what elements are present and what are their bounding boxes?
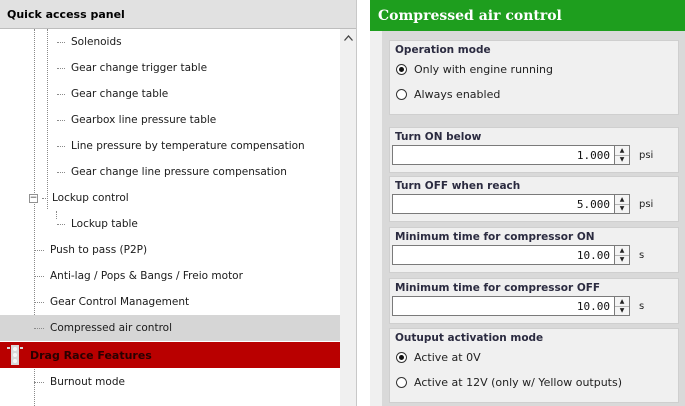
turn-off-input[interactable]: 5.000 [392, 194, 615, 214]
turn-on-input[interactable]: 1.000 [392, 145, 615, 165]
settings-area: Operation mode Only with engine running … [382, 31, 685, 406]
min-time-on-input[interactable]: 10.00 [392, 245, 615, 265]
quick-access-panel-title: Quick access panel [0, 0, 356, 29]
tree-item-gear-control-management[interactable]: Gear Control Management [0, 289, 340, 315]
unit-label: s [639, 249, 645, 261]
group-title: Minimum time for compressor OFF [395, 282, 601, 294]
tree-item-label: Burnout mode [50, 376, 125, 388]
unit-label: psi [639, 198, 654, 210]
collapse-icon[interactable]: − [29, 193, 38, 203]
spin-up-down-icon[interactable]: ▲ ▼ [615, 145, 630, 165]
radio-label: Always enabled [414, 88, 501, 101]
unit-label: psi [639, 149, 654, 161]
tree-item-gear-change-trigger-table[interactable]: Gear change trigger table [0, 55, 340, 81]
radio-label: Active at 12V (only w/ Yellow outputs) [414, 376, 623, 389]
spin-up-down-icon[interactable]: ▲ ▼ [615, 245, 630, 265]
quick-access-panel: Quick access panel Solenoids Gear change… [0, 0, 357, 406]
compressed-air-control-panel: Compressed air control Operation mode On… [370, 0, 685, 406]
tree-item-label: Line pressure by temperature compensatio… [71, 140, 305, 152]
radio-selected-icon[interactable] [396, 64, 407, 75]
group-title: Operation mode [395, 44, 491, 56]
tree-item-label: Lockup control [52, 192, 129, 204]
tree-scrollbar[interactable] [340, 29, 356, 406]
tree-item-burnout-mode[interactable]: Burnout mode [0, 369, 340, 395]
min-time-on-group: Minimum time for compressor ON 10.00 ▲ ▼ … [389, 227, 679, 273]
group-title: Minimum time for compressor ON [395, 231, 595, 243]
tree-item-solenoids[interactable]: Solenoids [0, 29, 340, 55]
panel-title: Compressed air control [370, 0, 685, 31]
tree-item-compressed-air-control[interactable]: Compressed air control [0, 315, 340, 341]
radio-label: Active at 0V [414, 351, 481, 364]
radio-always-enabled[interactable]: Always enabled [390, 82, 678, 107]
tree-item-label: Compressed air control [50, 322, 173, 334]
radio-empty-icon[interactable] [396, 377, 407, 388]
spin-up-down-icon[interactable]: ▲ ▼ [615, 194, 630, 214]
min-time-off-group: Minimum time for compressor OFF 10.00 ▲ ▼… [389, 278, 679, 324]
tree-item-label: Gear change trigger table [71, 62, 208, 74]
group-title: Outuput activation mode [395, 332, 544, 344]
radio-empty-icon[interactable] [396, 89, 407, 100]
tree-item-label: Gear Control Management [50, 296, 190, 308]
group-title: Turn OFF when reach [395, 180, 521, 192]
drag-strip-light-icon [7, 345, 23, 365]
tree-item-gearbox-line-pressure-table[interactable]: Gearbox line pressure table [0, 107, 340, 133]
unit-label: s [639, 300, 645, 312]
tree-item-label: Lockup table [71, 218, 138, 230]
chevron-up-icon[interactable] [340, 29, 356, 46]
quick-access-tree: Solenoids Gear change trigger table Gear… [0, 29, 340, 406]
tree-item-anti-lag[interactable]: Anti-lag / Pops & Bangs / Freio motor [0, 263, 340, 289]
tree-item-label: Gear change table [71, 88, 169, 100]
tree-item-label: Gear change line pressure compensation [71, 166, 287, 178]
tree-item-label: Push to pass (P2P) [50, 244, 148, 256]
tree-item-line-pressure-temp-compensation[interactable]: Line pressure by temperature compensatio… [0, 133, 340, 159]
tree-item-label: Solenoids [71, 36, 122, 48]
tree-item-lockup-control[interactable]: − Lockup control [0, 185, 340, 211]
output-activation-mode-group: Outuput activation mode Active at 0V Act… [389, 328, 679, 403]
operation-mode-group: Operation mode Only with engine running … [389, 40, 679, 115]
turn-off-group: Turn OFF when reach 5.000 ▲ ▼ psi [389, 176, 679, 222]
tree-item-lockup-table[interactable]: Lockup table [0, 211, 340, 237]
tree-item-label: Anti-lag / Pops & Bangs / Freio motor [50, 270, 243, 282]
tree-category-drag-race-features[interactable]: Drag Race Features [0, 342, 340, 368]
tree-item-push-to-pass[interactable]: Push to pass (P2P) [0, 237, 340, 263]
radio-selected-icon[interactable] [396, 352, 407, 363]
tree-item-label: Gearbox line pressure table [71, 114, 217, 126]
tree-item-gear-change-line-pressure-compensation[interactable]: Gear change line pressure compensation [0, 159, 340, 185]
spin-up-down-icon[interactable]: ▲ ▼ [615, 296, 630, 316]
category-label: Drag Race Features [30, 348, 152, 362]
group-title: Turn ON below [395, 131, 482, 143]
radio-label: Only with engine running [414, 63, 553, 76]
tree-item-gear-change-table[interactable]: Gear change table [0, 81, 340, 107]
radio-only-with-engine-running[interactable]: Only with engine running [390, 57, 678, 82]
radio-active-at-0v[interactable]: Active at 0V [390, 345, 678, 370]
radio-active-at-12v[interactable]: Active at 12V (only w/ Yellow outputs) [390, 370, 678, 395]
turn-on-group: Turn ON below 1.000 ▲ ▼ psi [389, 127, 679, 173]
min-time-off-input[interactable]: 10.00 [392, 296, 615, 316]
